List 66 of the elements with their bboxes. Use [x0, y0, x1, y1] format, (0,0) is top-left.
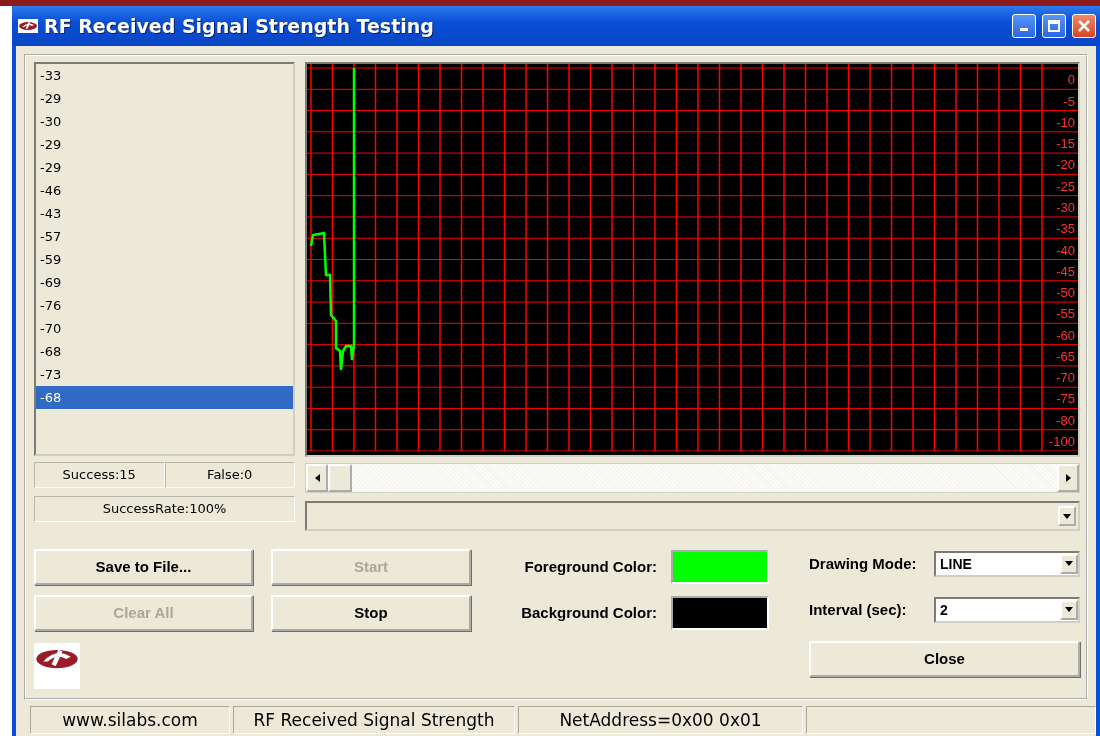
setting-label: Drawing Mode:: [809, 555, 917, 572]
list-item[interactable]: -33: [36, 64, 293, 87]
axis-label: -75: [1056, 391, 1075, 407]
status-panel: www.silabs.com: [30, 706, 230, 734]
list-item[interactable]: -70: [36, 317, 293, 340]
axis-label: -70: [1056, 370, 1075, 386]
close-icon[interactable]: [1072, 14, 1096, 38]
minimize-icon: [1020, 28, 1028, 31]
axis-label: -55: [1056, 306, 1075, 322]
axis-label: 0: [1067, 72, 1075, 88]
color-label: Foreground Color:: [524, 558, 657, 575]
status-panel: RF Received Signal Strength: [233, 706, 515, 734]
list-item[interactable]: -30: [36, 110, 293, 133]
horizontal-scrollbar[interactable]: [305, 463, 1080, 493]
list-item[interactable]: -69: [36, 271, 293, 294]
list-item[interactable]: -59: [36, 248, 293, 271]
axis-label: -10: [1056, 114, 1075, 130]
axis-label: -80: [1056, 412, 1075, 428]
axis-label: -60: [1056, 327, 1075, 343]
false-count: False:0: [164, 462, 295, 488]
axis-label: -25: [1056, 178, 1075, 194]
maximize-button[interactable]: [1042, 14, 1066, 38]
dropdown-arrow-icon: [1065, 561, 1073, 566]
action-button[interactable]: Save to File...: [34, 548, 253, 585]
axis-label: -20: [1056, 157, 1075, 173]
dropdown-field[interactable]: LINE: [934, 550, 1080, 577]
axis-label: -100: [1048, 434, 1075, 449]
status-panel: NetAddress=0x00 0x01: [518, 706, 803, 734]
dropdown-arrow-icon: [1065, 607, 1073, 612]
axis-label: -50: [1056, 285, 1075, 301]
setting-label: Interval (sec):: [809, 601, 907, 618]
axis-label: -30: [1056, 199, 1075, 215]
success-rate: SuccessRate:100%: [34, 496, 295, 522]
maximize-icon: [1048, 20, 1060, 32]
axis-label: -35: [1056, 221, 1075, 237]
color-swatch[interactable]: [671, 549, 769, 584]
list-item[interactable]: -73: [36, 363, 293, 386]
list-item[interactable]: -68: [36, 386, 293, 409]
right-arrow-icon[interactable]: [1065, 474, 1071, 482]
color-label: Background Color:: [521, 604, 657, 621]
list-item[interactable]: -43: [36, 202, 293, 225]
list-item[interactable]: -29: [36, 156, 293, 179]
logo-icon: [18, 19, 38, 33]
color-swatch[interactable]: [671, 595, 769, 630]
success-count: Success:15: [34, 462, 165, 488]
action-button[interactable]: Stop: [271, 594, 471, 631]
scroll-thumb[interactable]: [328, 464, 352, 492]
minimize-button[interactable]: [1012, 14, 1036, 38]
axis-label: -15: [1056, 136, 1075, 152]
dropdown-arrow-icon: [1063, 513, 1071, 519]
left-arrow-icon[interactable]: [314, 474, 320, 482]
list-item[interactable]: -57: [36, 225, 293, 248]
dropdown-field[interactable]: 2: [934, 596, 1080, 623]
list-item[interactable]: -29: [36, 133, 293, 156]
list-item[interactable]: -68: [36, 340, 293, 363]
close-button[interactable]: Close: [809, 640, 1080, 677]
list-item[interactable]: -46: [36, 179, 293, 202]
window-title: RF Received Signal Strength Testing: [44, 15, 435, 37]
axis-label: -40: [1056, 242, 1075, 258]
axis-label: -65: [1056, 348, 1075, 364]
list-item[interactable]: -76: [36, 294, 293, 317]
axis-label: -5: [1063, 93, 1075, 109]
dropdown-field[interactable]: [305, 501, 1080, 531]
readings-list[interactable]: -33 -29 -30 -29 -29 -46 -43 -57 -59 -69 -76 -70 -68 -73 -68: [34, 62, 295, 456]
list-item[interactable]: -29: [36, 87, 293, 110]
axis-label: -45: [1056, 263, 1075, 279]
